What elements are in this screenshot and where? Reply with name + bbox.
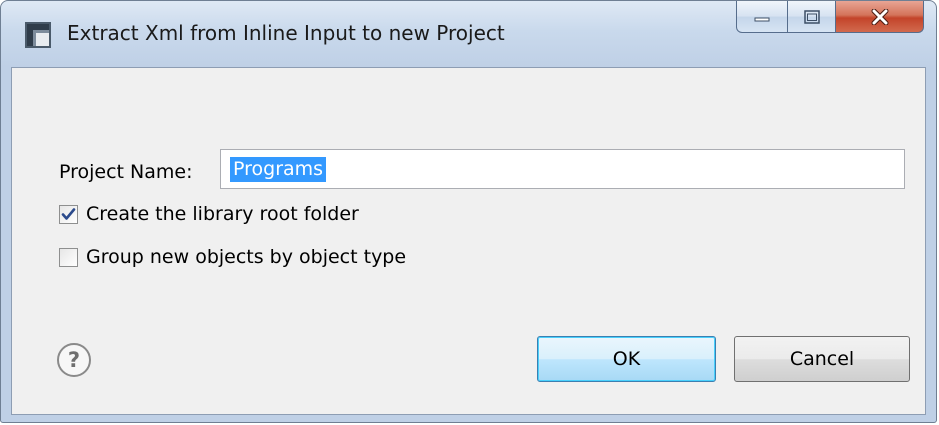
- create-library-root-checkbox[interactable]: [59, 204, 78, 224]
- dialog-body: Project Name: Programs Create the librar…: [11, 67, 926, 415]
- group-by-type-label: Group new objects by object type: [86, 246, 407, 268]
- eclipse-wizard-icon: [25, 22, 51, 48]
- cancel-button[interactable]: Cancel: [734, 336, 910, 382]
- group-by-type-checkbox[interactable]: [59, 247, 78, 267]
- caption-buttons: [736, 1, 924, 37]
- maximize-button[interactable]: [788, 1, 836, 33]
- minimize-icon: [754, 17, 770, 21]
- create-library-root-label: Create the library root folder: [86, 203, 359, 225]
- window-title: Extract Xml from Inline Input to new Pro…: [67, 21, 505, 45]
- maximize-icon: [803, 9, 820, 24]
- help-icon[interactable]: ?: [56, 342, 92, 378]
- svg-text:?: ?: [68, 348, 80, 372]
- project-name-input[interactable]: Programs: [220, 149, 905, 189]
- dialog-window: Extract Xml from Inline Input to new Pro…: [0, 0, 937, 423]
- minimize-button[interactable]: [736, 1, 788, 33]
- checkmark-icon: [61, 207, 76, 220]
- group-by-type-checkbox-row[interactable]: Group new objects by object type: [59, 246, 406, 268]
- create-library-root-checkbox-row[interactable]: Create the library root folder: [59, 203, 359, 225]
- title-bar[interactable]: Extract Xml from Inline Input to new Pro…: [1, 1, 936, 65]
- project-name-label: Project Name:: [59, 161, 193, 183]
- close-button[interactable]: [836, 1, 924, 33]
- close-icon: [871, 8, 888, 25]
- project-name-value: Programs: [230, 156, 327, 182]
- ok-button[interactable]: OK: [537, 336, 716, 382]
